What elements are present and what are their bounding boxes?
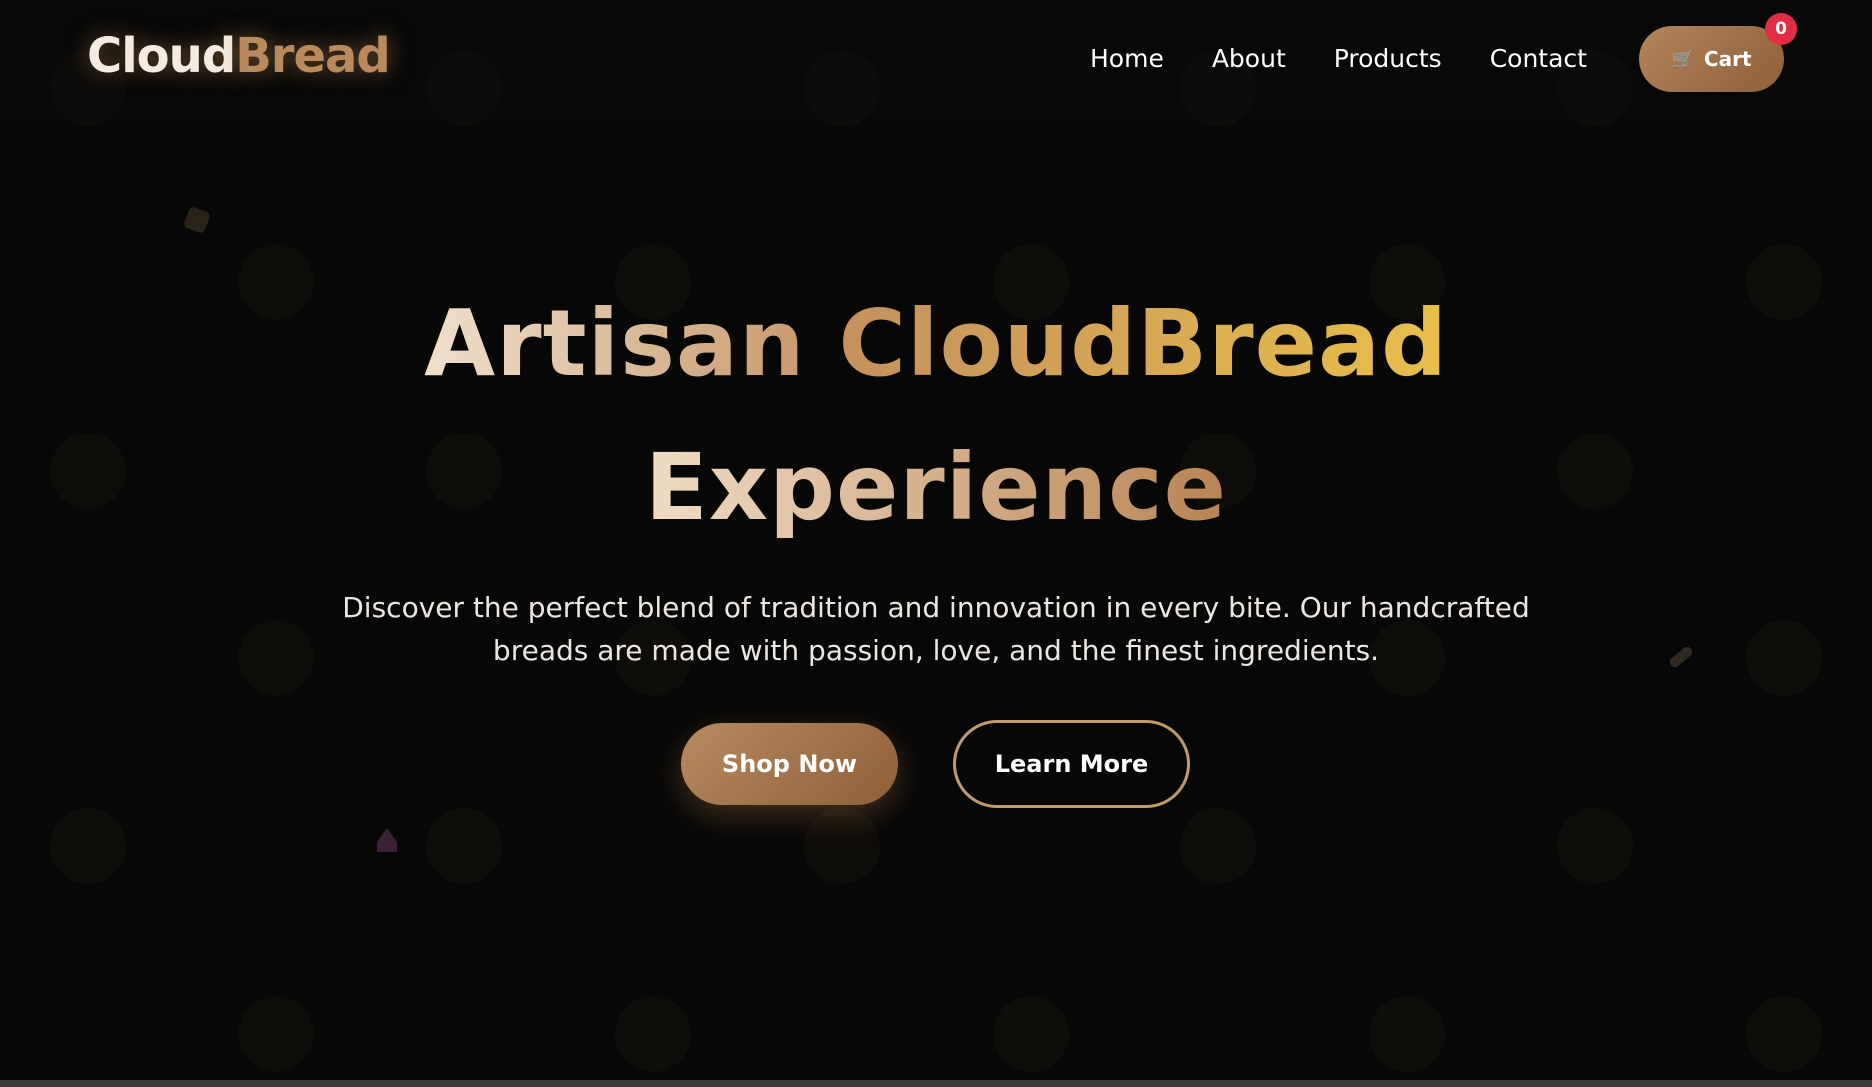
nav-link-home[interactable]: Home <box>1090 44 1164 73</box>
nav-link-contact[interactable]: Contact <box>1490 44 1587 73</box>
hero-headline-line1: Artisan CloudBread <box>0 298 1872 390</box>
learn-more-button[interactable]: Learn More <box>953 720 1190 808</box>
page: CloudBread Home About Products Contact 🛒… <box>0 0 1872 1087</box>
site-header: CloudBread Home About Products Contact 🛒… <box>0 0 1872 120</box>
hero-section: Artisan CloudBread Experience Discover t… <box>0 0 1872 1087</box>
nav-link-about[interactable]: About <box>1212 44 1286 73</box>
bottom-scrollbar[interactable] <box>0 1080 1872 1087</box>
cart-count-badge: 0 <box>1765 13 1797 45</box>
shop-now-button[interactable]: Shop Now <box>681 723 898 805</box>
cart-button[interactable]: 🛒 Cart <box>1639 26 1784 92</box>
cart-label: Cart <box>1703 47 1752 71</box>
hero-headline-word2: CloudBread <box>838 290 1448 397</box>
hero-headline-word1: Artisan <box>424 290 806 397</box>
brand-logo-part2: Bread <box>235 28 391 84</box>
brand-logo[interactable]: CloudBread <box>87 28 391 84</box>
hero-headline-word3: Experience <box>644 434 1228 541</box>
nav-link-products[interactable]: Products <box>1334 44 1442 73</box>
hero-subtitle: Discover the perfect blend of tradition … <box>342 591 1530 667</box>
cart-icon: 🛒 <box>1671 48 1694 70</box>
hero-headline-line2: Experience <box>0 442 1872 534</box>
brand-logo-part1: Cloud <box>87 28 236 84</box>
main-nav: Home About Products Contact <box>1090 44 1635 73</box>
